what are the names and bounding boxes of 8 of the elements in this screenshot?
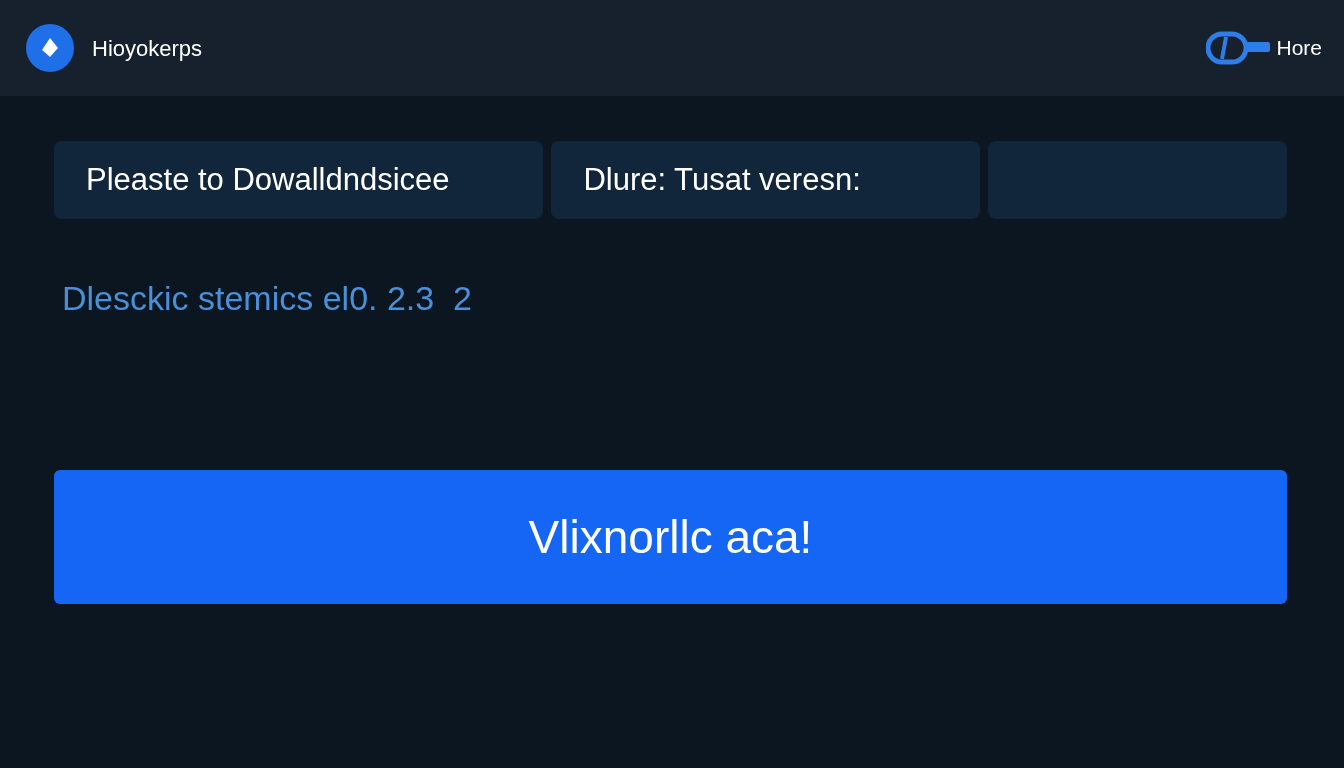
home-link[interactable]: Hore — [1206, 31, 1322, 65]
key-icon — [1206, 31, 1273, 65]
info-panel: Pleaste to Dowalldndsicee — [54, 141, 544, 219]
info-panel: Dlure: Tusat veresn: — [551, 141, 980, 219]
version-text: Dlesckic stemics el0. 2.3 2 — [62, 278, 474, 319]
brand-name: Hioyokerps — [92, 34, 203, 63]
primary-button[interactable]: Vlixnorllc aca! — [54, 470, 1287, 604]
logo-icon — [24, 24, 76, 72]
